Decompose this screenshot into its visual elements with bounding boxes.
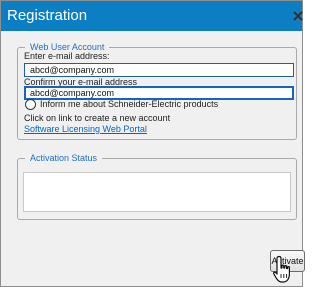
web-user-account-group: Web User Account Enter e-mail address: a… [17,40,297,140]
close-icon [293,11,303,21]
dialog-title: Registration [7,7,88,24]
registration-dialog: Registration Web User Account Enter e-ma… [0,0,305,287]
software-licensing-portal-link[interactable]: Software Licensing Web Portal [24,124,147,135]
title-bar[interactable]: Registration [1,1,303,31]
activation-status-group: Activation Status [17,151,297,220]
activation-status-legend: Activation Status [25,151,103,165]
hand-pointer-cursor-icon [273,255,290,283]
inform-me-checkbox[interactable] [25,99,36,110]
inform-me-label: Inform me about Schneider-Electric produ… [40,99,219,109]
create-account-prompt: Click on link to create a new account [24,113,171,123]
activation-status-box [23,172,291,212]
email-label: Enter e-mail address: [24,51,110,61]
email-field[interactable]: abcd@company.com [24,63,294,77]
close-button[interactable] [288,6,310,26]
confirm-email-field[interactable]: abcd@company.com [24,86,294,100]
